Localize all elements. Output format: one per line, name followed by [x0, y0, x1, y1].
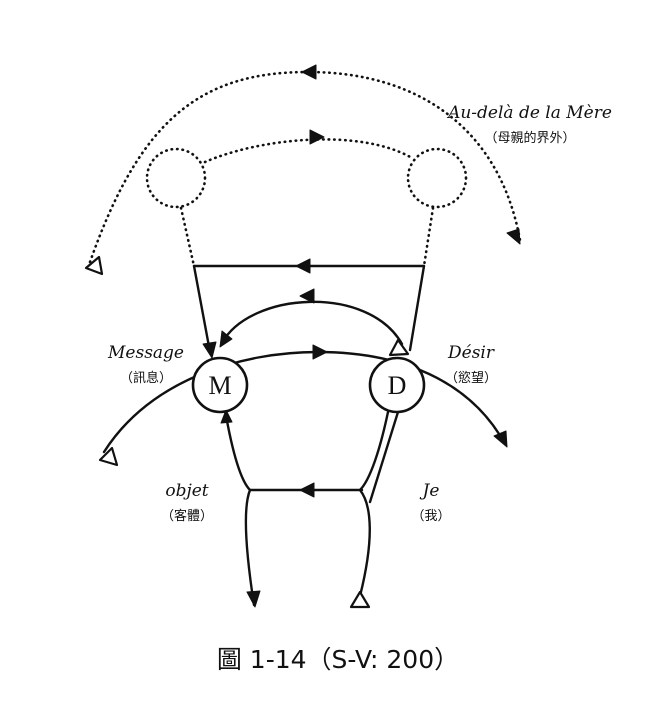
solid-circuit — [98, 258, 508, 609]
arrow-inner-arc-head — [309, 129, 325, 145]
arrow-left-vertical — [202, 341, 217, 359]
lacan-desire-graph: M D Au-delà de la Mère （母親的界外） Message （… — [84, 64, 612, 674]
dotted-outer-arc — [88, 70, 522, 264]
label-beyond-mother: Au-delà de la Mère — [446, 103, 612, 123]
label-message: Message — [107, 343, 184, 363]
open-triangle-upper-left — [84, 255, 104, 276]
label-object-zh: （客體） — [161, 508, 213, 524]
open-triangle-bottom — [349, 590, 371, 609]
arrow-left-chain-down — [246, 590, 261, 608]
open-triangle-lower-left — [98, 446, 119, 467]
right-vertical — [408, 264, 426, 352]
arrow-top-bar — [295, 258, 311, 274]
open-triangle-d-top — [388, 338, 410, 357]
left-chain — [223, 408, 256, 607]
arrow-lower-arc — [312, 344, 328, 360]
arrow-cross-bar — [299, 482, 315, 498]
node-m: M — [191, 356, 249, 414]
lower-arc — [102, 350, 507, 454]
right-chain — [358, 410, 390, 598]
arrow-lower-arc-end — [493, 430, 508, 448]
left-vertical — [192, 264, 212, 354]
arrow-outer-arc-head — [301, 64, 317, 80]
dotted-drop-left — [179, 206, 196, 268]
dotted-circle-right — [406, 147, 468, 209]
dotted-circle-left — [145, 147, 207, 209]
middle-arc — [220, 300, 404, 346]
dotted-inner-arc — [203, 138, 414, 164]
node-m-letter: M — [208, 371, 231, 400]
node-d-letter: D — [388, 371, 407, 400]
dotted-drop-right — [422, 206, 435, 268]
label-desire-zh: （慾望） — [445, 370, 497, 386]
label-message-zh: （訊息） — [120, 370, 172, 386]
label-beyond-mother-zh: （母親的界外） — [484, 130, 575, 146]
label-ego: Je — [420, 481, 440, 501]
label-object: objet — [165, 481, 208, 501]
upper-dotted-circuit — [84, 64, 522, 276]
figure-caption: 圖 1-14（S-V: 200） — [217, 645, 459, 674]
node-d: D — [368, 356, 426, 414]
label-desire: Désir — [447, 343, 495, 363]
label-ego-zh: （我） — [411, 509, 450, 524]
arrow-outer-right-end — [506, 228, 521, 245]
